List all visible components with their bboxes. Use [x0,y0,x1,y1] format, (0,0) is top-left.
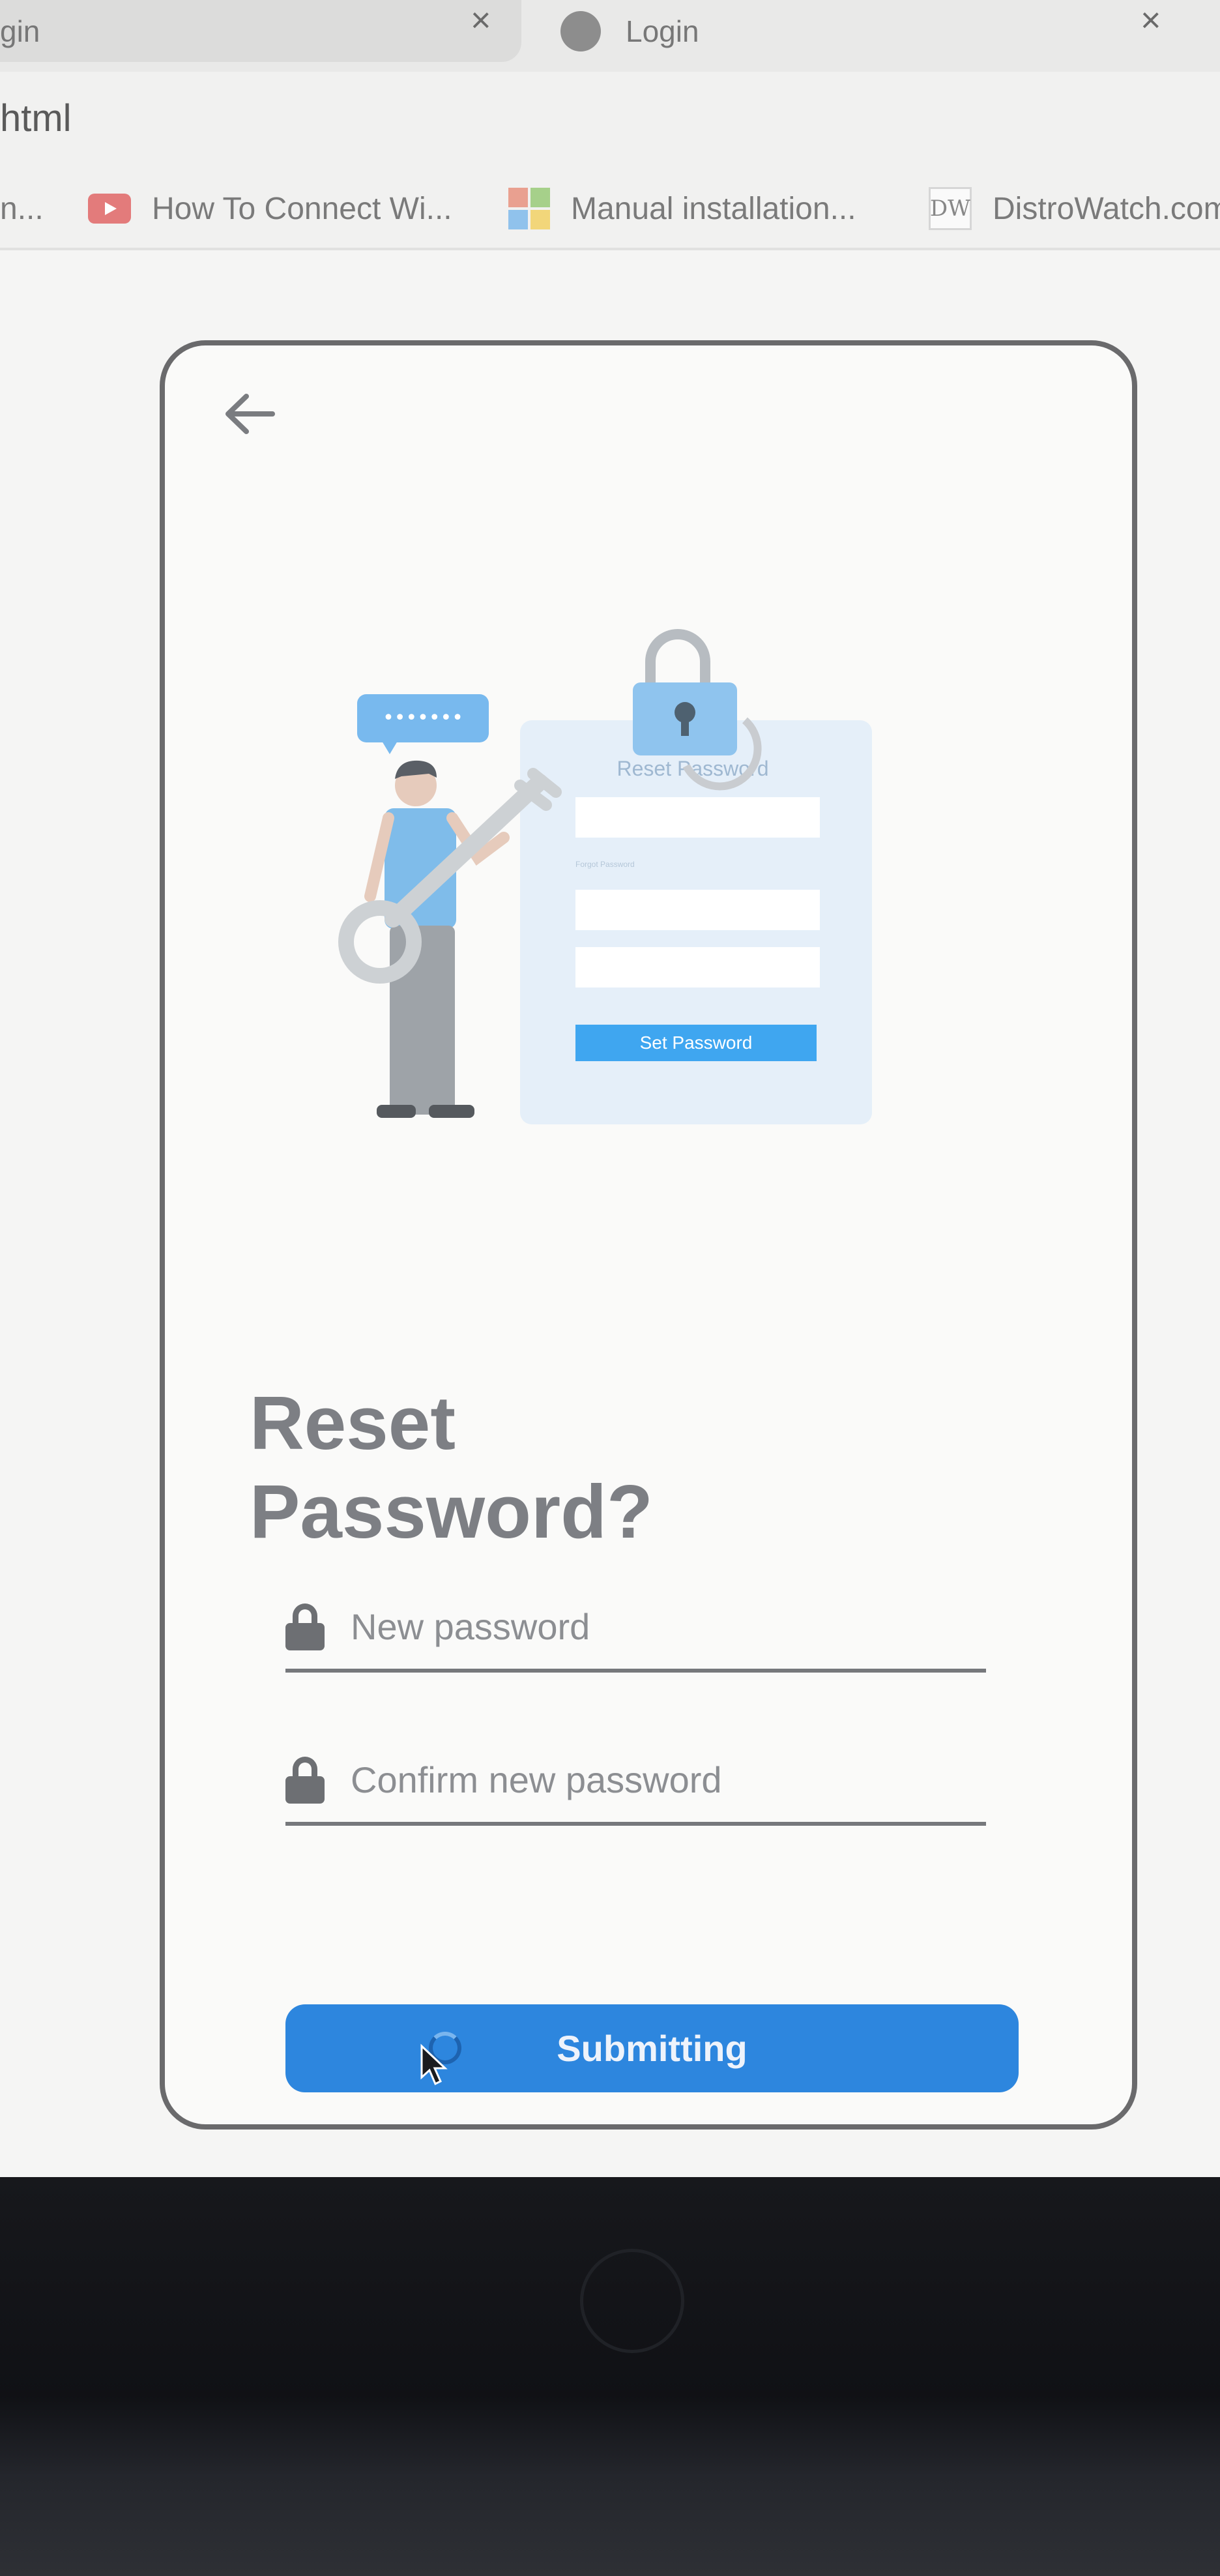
bookmark-item[interactable]: How To Connect Wi... [88,188,452,229]
confirm-password-field [285,1724,986,1826]
back-arrow-icon[interactable] [220,385,279,443]
new-password-field [285,1571,986,1673]
page-content: Reset Password Forgot Password Set Passw… [0,250,1220,2190]
url-text[interactable]: html [0,96,72,140]
submit-button-label: Submitting [557,2028,748,2069]
padlock-shackle [645,629,710,688]
page-title-line: Reset [250,1381,456,1465]
bookmark-item[interactable]: DW DistroWatch.com [929,187,1220,230]
bookmark-label: n... [0,191,44,226]
reset-password-illustration: Reset Password Forgot Password Set Passw… [338,629,872,1124]
globe-icon [560,10,601,51]
illustration-field [575,947,820,988]
hp-logo-icon [580,2249,684,2353]
distrowatch-icon: DW [929,187,972,230]
confirm-password-input[interactable] [351,1753,970,1806]
close-icon[interactable]: × [471,0,491,40]
illustration-button-label: Set Password [640,1032,753,1053]
bookmark-item[interactable]: Manual installation... [508,188,856,229]
person-legs [390,926,455,1115]
tab-strip: gin × Login × [0,0,1220,72]
bookmark-item[interactable]: n... [0,188,44,229]
close-icon[interactable]: × [1140,0,1161,40]
tab-title: Login [626,14,699,48]
illustration-field [575,797,820,838]
mouse-pointer-icon [420,2043,448,2086]
page-title-line: Password? [250,1469,653,1554]
tab-login[interactable]: Login × [554,0,1220,62]
illustration-field-hint: Forgot Password [575,860,635,869]
address-bar[interactable]: html [0,72,1220,169]
lock-icon [285,1603,325,1650]
speech-bubble-tail [382,741,398,754]
tab-title: gin [0,14,40,48]
bookmark-label: DistroWatch.com [993,191,1220,226]
bookmark-label: How To Connect Wi... [152,191,452,226]
youtube-icon [88,194,131,224]
tab-login-previous[interactable]: gin × [0,0,521,62]
microsoft-icon [508,188,550,229]
laptop-bezel [0,2177,1220,2576]
phone-frame: Reset Password Forgot Password Set Passw… [160,340,1137,2130]
submit-button[interactable]: Submitting [285,2004,1019,2092]
person-shoe [377,1105,416,1118]
padlock-keyhole-slot [681,714,689,736]
bookmarks-bar: n... How To Connect Wi... Manual install… [0,169,1220,250]
bookmark-label: Manual installation... [571,191,856,226]
page-title: Reset Password? [250,1379,653,1556]
illustration-field [575,890,820,930]
new-password-input[interactable] [351,1600,970,1652]
speech-bubble-text: ••••••• [383,707,463,729]
person-shoe [429,1105,474,1118]
lock-icon [285,1757,325,1804]
